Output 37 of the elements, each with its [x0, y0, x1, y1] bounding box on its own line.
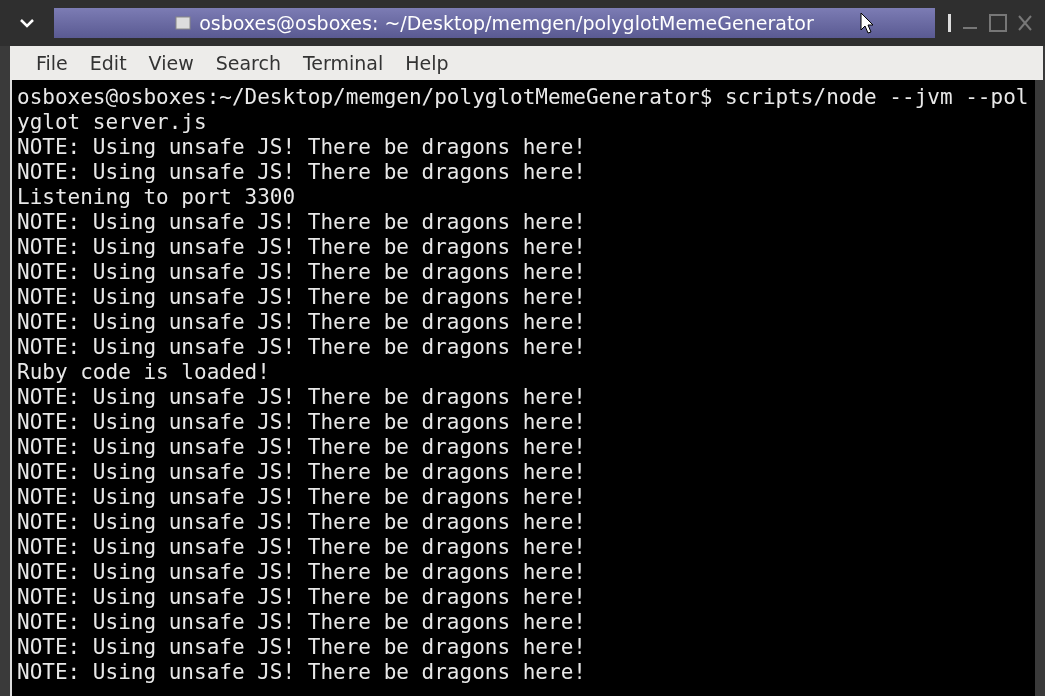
- terminal-line: NOTE: Using unsafe JS! There be dragons here!: [17, 385, 587, 410]
- terminal-line: NOTE: Using unsafe JS! There be dragons here!: [17, 610, 587, 635]
- terminal-line: NOTE: Using unsafe JS! There be dragons here!: [17, 235, 587, 260]
- terminal-line: NOTE: Using unsafe JS! There be dragons here!: [17, 460, 587, 485]
- terminal-line: NOTE: Using unsafe JS! There be dragons here!: [17, 135, 587, 160]
- menu-item[interactable]: Edit: [79, 48, 137, 78]
- separator-icon: [948, 14, 952, 32]
- terminal-line: NOTE: Using unsafe JS! There be dragons here!: [17, 210, 587, 235]
- terminal-line: osboxes@osboxes:~/Desktop/memgen/polyglotMemeGenerator$ scripts/node --jvm --pol: [17, 85, 1030, 110]
- chevron-down-icon: [19, 18, 35, 28]
- terminal-line: NOTE: Using unsafe JS! There be dragons here!: [17, 435, 587, 460]
- menu-item[interactable]: Help: [395, 48, 459, 78]
- terminal-line: NOTE: Using unsafe JS! There be dragons here!: [17, 535, 587, 560]
- terminal-line: Ruby code is loaded!: [17, 360, 271, 385]
- terminal-line: NOTE: Using unsafe JS! There be dragons here!: [17, 160, 587, 185]
- terminal-line: NOTE: Using unsafe JS! There be dragons here!: [17, 585, 587, 610]
- terminal-window-icon: [175, 15, 192, 31]
- menu-item[interactable]: Terminal: [292, 48, 394, 78]
- terminal-line: NOTE: Using unsafe JS! There be dragons here!: [17, 485, 587, 510]
- menu-item[interactable]: View: [138, 48, 204, 78]
- terminal-line: NOTE: Using unsafe JS! There be dragons here!: [17, 310, 587, 335]
- terminal-line: NOTE: Using unsafe JS! There be dragons here!: [17, 335, 587, 360]
- terminal-line: NOTE: Using unsafe JS! There be dragons here!: [17, 560, 587, 585]
- terminal-line: yglot server.js: [17, 110, 208, 135]
- close-icon[interactable]: [1017, 15, 1032, 31]
- terminal-line: NOTE: Using unsafe JS! There be dragons here!: [17, 260, 587, 285]
- menu-item[interactable]: Search: [205, 48, 291, 78]
- menu-item[interactable]: File: [26, 48, 78, 78]
- terminal-line: NOTE: Using unsafe JS! There be dragons here!: [17, 635, 587, 660]
- terminal-line: NOTE: Using unsafe JS! There be dragons here!: [17, 660, 587, 685]
- maximize-icon[interactable]: [988, 14, 1007, 32]
- terminal-line: NOTE: Using unsafe JS! There be dragons here!: [17, 410, 587, 435]
- terminal-line: Listening to port 3300: [17, 185, 297, 210]
- window-title: osboxes@osboxes: ~/Desktop/memgen/polyglotMemeGenerator: [199, 10, 814, 36]
- mouse-cursor-icon: [860, 12, 874, 34]
- terminal-line: NOTE: Using unsafe JS! There be dragons here!: [17, 510, 587, 535]
- terminal-line: NOTE: Using unsafe JS! There be dragons here!: [17, 285, 587, 310]
